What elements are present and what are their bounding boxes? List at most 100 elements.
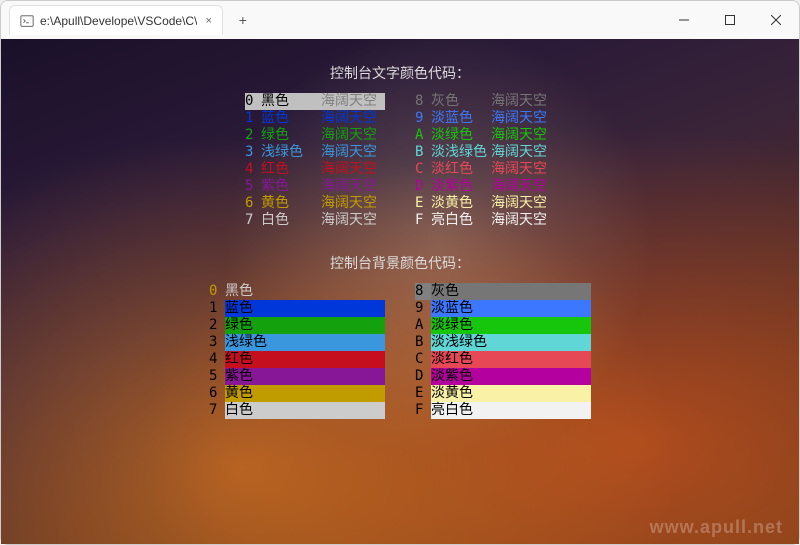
fg-sample: 海阔天空 [491,110,555,127]
fg-row: F亮白色海阔天空 [415,212,555,229]
bg-name: 淡蓝色 [431,300,591,317]
fg-column-left: 0黑色海阔天空1蓝色海阔天空2绿色海阔天空3浅绿色海阔天空4红色海阔天空5紫色海… [245,93,385,229]
bg-row: 2绿色 [209,317,385,334]
bg-name: 绿色 [225,317,385,334]
bg-column-right: 8灰色9淡蓝色A淡绿色B淡浅绿色C淡红色D淡紫色E淡黄色F亮白色 [415,283,591,419]
fg-row: 2绿色海阔天空 [245,127,385,144]
fg-sample: 海阔天空 [321,110,385,127]
watermark: www.apull.net [650,518,783,536]
bg-name: 紫色 [225,368,385,385]
bg-row: 1蓝色 [209,300,385,317]
bg-name: 淡浅绿色 [431,334,591,351]
fg-name: 灰色 [431,93,491,110]
bg-name: 亮白色 [431,402,591,419]
minimize-button[interactable] [661,4,707,36]
fg-sample: 海阔天空 [321,161,385,178]
bg-code: 3 [209,334,225,351]
bg-name: 白色 [225,402,385,419]
fg-name: 红色 [261,161,321,178]
console-output: 控制台文字颜色代码： 0黑色海阔天空1蓝色海阔天空2绿色海阔天空3浅绿色海阔天空… [1,39,799,544]
bg-code: F [415,402,431,419]
fg-row: A淡绿色海阔天空 [415,127,555,144]
fg-sample: 海阔天空 [491,212,555,229]
fg-row: B淡浅绿色海阔天空 [415,144,555,161]
bg-code: 2 [209,317,225,334]
fg-code: 4 [245,161,261,178]
fg-code: 1 [245,110,261,127]
bg-code: 4 [209,351,225,368]
tab-active[interactable]: e:\Apull\Develope\VSCode\C\ × [9,5,223,35]
fg-sample: 海阔天空 [491,178,555,195]
fg-sample: 海阔天空 [491,127,555,144]
fg-code: D [415,178,431,195]
fg-code: B [415,144,431,161]
close-button[interactable] [753,4,799,36]
bg-row: 4红色 [209,351,385,368]
bg-row: E淡黄色 [415,385,591,402]
bg-row: 7白色 [209,402,385,419]
window-controls [661,4,799,36]
bg-row: B淡浅绿色 [415,334,591,351]
fg-row: 3浅绿色海阔天空 [245,144,385,161]
bg-row: 8灰色 [415,283,591,300]
fg-row: E淡黄色海阔天空 [415,195,555,212]
fg-sample: 海阔天空 [491,195,555,212]
bg-code: 0 [209,283,225,300]
fg-sample: 海阔天空 [321,178,385,195]
fg-row: 5紫色海阔天空 [245,178,385,195]
fg-code: 8 [415,93,431,110]
fg-sample: 海阔天空 [321,144,385,161]
fg-name: 浅绿色 [261,144,321,161]
fg-code: 6 [245,195,261,212]
fg-row: 0黑色海阔天空 [245,93,385,110]
fg-code: F [415,212,431,229]
fg-row: D淡紫色海阔天空 [415,178,555,195]
bg-code: 8 [415,283,431,300]
bg-grid: 0黑色1蓝色2绿色3浅绿色4红色5紫色6黄色7白色 8灰色9淡蓝色A淡绿色B淡浅… [1,283,799,419]
fg-column-right: 8灰色海阔天空9淡蓝色海阔天空A淡绿色海阔天空B淡浅绿色海阔天空C淡红色海阔天空… [415,93,555,229]
fg-name: 淡绿色 [431,127,491,144]
fg-code: 0 [245,93,261,110]
titlebar: e:\Apull\Develope\VSCode\C\ × + [1,1,799,39]
fg-name: 淡红色 [431,161,491,178]
bg-name: 淡红色 [431,351,591,368]
bg-column-left: 0黑色1蓝色2绿色3浅绿色4红色5紫色6黄色7白色 [209,283,385,419]
new-tab-button[interactable]: + [229,6,257,34]
fg-code: 3 [245,144,261,161]
bg-row: A淡绿色 [415,317,591,334]
terminal-content[interactable]: 控制台文字颜色代码： 0黑色海阔天空1蓝色海阔天空2绿色海阔天空3浅绿色海阔天空… [1,39,799,544]
fg-code: 2 [245,127,261,144]
bg-row: D淡紫色 [415,368,591,385]
fg-row: 9淡蓝色海阔天空 [415,110,555,127]
fg-name: 绿色 [261,127,321,144]
fg-row: 1蓝色海阔天空 [245,110,385,127]
bg-code: E [415,385,431,402]
fg-name: 白色 [261,212,321,229]
fg-name: 淡紫色 [431,178,491,195]
bg-code: 7 [209,402,225,419]
fg-row: 7白色海阔天空 [245,212,385,229]
fg-name: 蓝色 [261,110,321,127]
maximize-button[interactable] [707,4,753,36]
fg-name: 紫色 [261,178,321,195]
bg-code: 1 [209,300,225,317]
bg-row: 6黄色 [209,385,385,402]
fg-sample: 海阔天空 [321,195,385,212]
fg-name: 淡黄色 [431,195,491,212]
fg-row: 4红色海阔天空 [245,161,385,178]
bg-row: 3浅绿色 [209,334,385,351]
fg-sample: 海阔天空 [491,144,555,161]
fg-code: E [415,195,431,212]
fg-name: 黄色 [261,195,321,212]
fg-name: 黑色 [261,93,321,110]
fg-name: 淡浅绿色 [431,144,491,161]
fg-sample: 海阔天空 [321,212,385,229]
bg-code: D [415,368,431,385]
bg-name: 淡黄色 [431,385,591,402]
tab-close-button[interactable]: × [205,15,211,27]
fg-sample: 海阔天空 [491,93,555,110]
fg-grid: 0黑色海阔天空1蓝色海阔天空2绿色海阔天空3浅绿色海阔天空4红色海阔天空5紫色海… [1,93,799,229]
fg-row: 6黄色海阔天空 [245,195,385,212]
fg-sample: 海阔天空 [321,127,385,144]
bg-name: 黑色 [225,283,385,300]
